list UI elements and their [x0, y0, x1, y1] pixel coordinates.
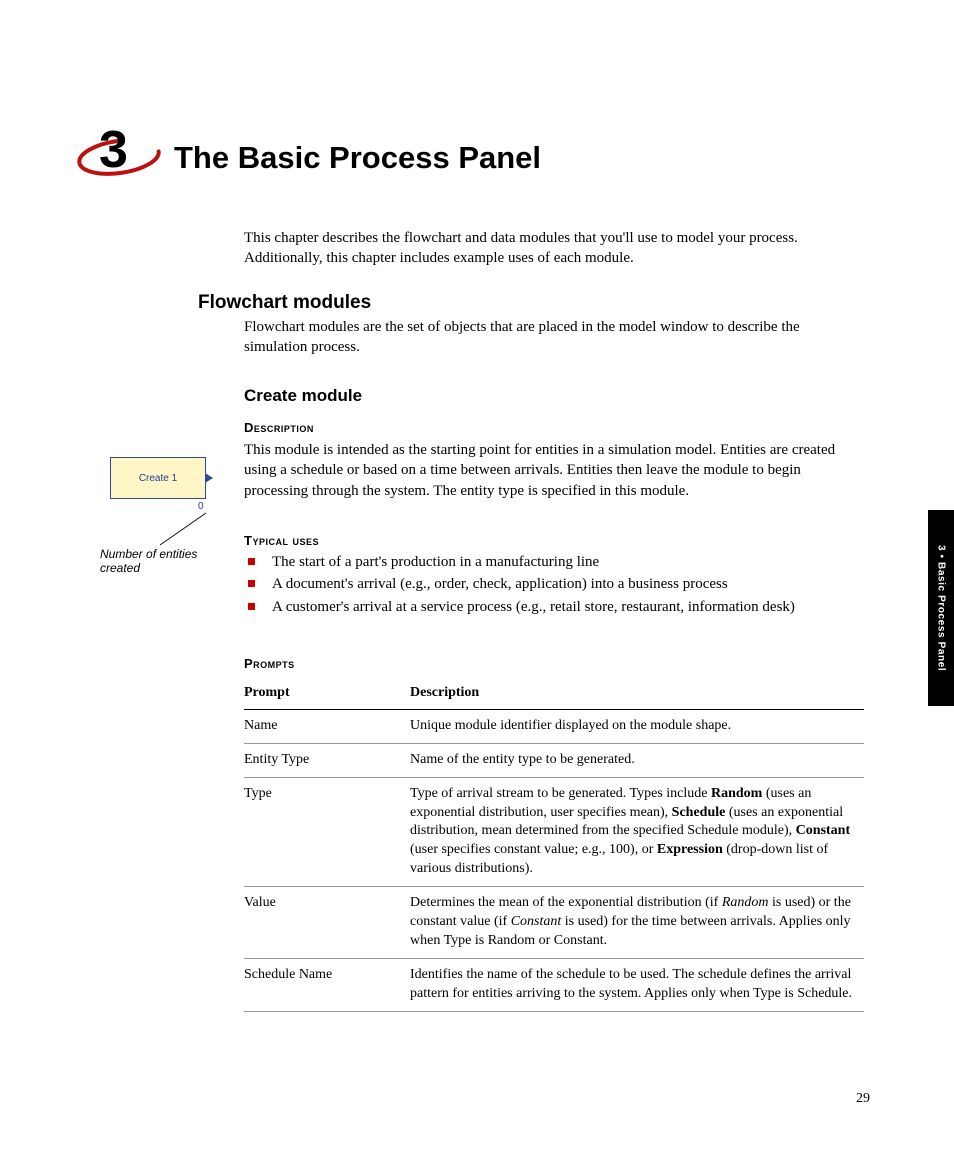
prompts-table: Prompt Description NameUnique module ide…	[244, 680, 864, 1012]
side-tab: 3 • Basic Process Panel	[928, 510, 954, 706]
heading-create-module: Create module	[244, 387, 362, 404]
list-item: A customer's arrival at a service proces…	[244, 597, 864, 617]
flowchart-desc: Flowchart modules are the set of objects…	[244, 317, 864, 358]
page-number: 29	[856, 1091, 870, 1107]
table-row: Entity TypeName of the entity type to be…	[244, 743, 864, 777]
col-prompt: Prompt	[244, 680, 410, 709]
create-module-icon: Create 1	[110, 457, 206, 499]
heading-typical-uses: Typical uses	[244, 533, 319, 548]
table-row: TypeType of arrival stream to be generat…	[244, 777, 864, 886]
list-item: The start of a part's production in a ma…	[244, 552, 864, 572]
chapter-header: 3 The Basic Process Panel	[74, 134, 541, 180]
chapter-title: The Basic Process Panel	[174, 142, 541, 173]
table-row: ValueDetermines the mean of the exponent…	[244, 887, 864, 959]
intro-paragraph: This chapter describes the flowchart and…	[244, 228, 864, 269]
table-row: NameUnique module identifier displayed o…	[244, 709, 864, 743]
list-item: A document's arrival (e.g., order, check…	[244, 574, 864, 594]
module-label: Create 1	[139, 473, 177, 484]
create-module-figure: Create 1 0 Number of entities created	[110, 457, 220, 499]
table-row: Schedule NameIdentifies the name of the …	[244, 958, 864, 1011]
heading-description: Description	[244, 420, 314, 435]
figure-caption: Number of entities created	[100, 547, 230, 575]
heading-prompts: Prompts	[244, 656, 295, 671]
create-desc: This module is intended as the starting …	[244, 440, 864, 501]
typical-uses-list: The start of a part's production in a ma…	[244, 552, 864, 619]
chapter-ring-icon: 3	[74, 134, 164, 180]
heading-flowchart-modules: Flowchart modules	[198, 293, 371, 312]
chapter-number: 3	[99, 124, 128, 176]
col-desc: Description	[410, 680, 864, 709]
